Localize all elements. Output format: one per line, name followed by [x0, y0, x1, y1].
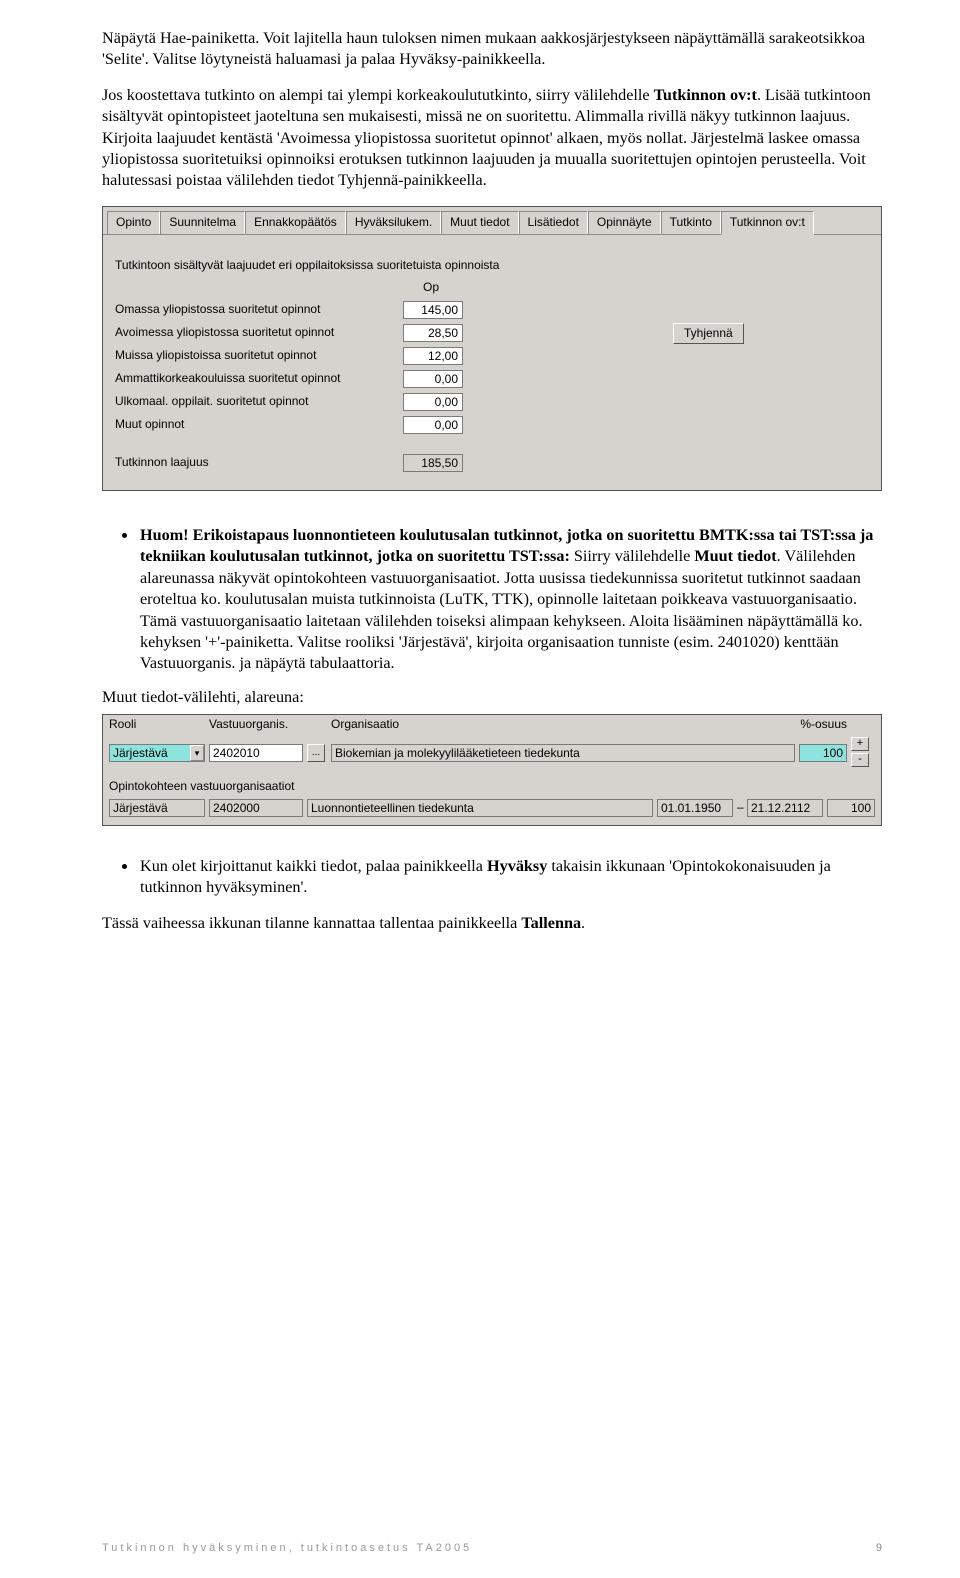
last-a: Tässä vaiheessa ikkunan tilanne kannatta… — [102, 914, 521, 932]
subhead-muut-tiedot: Muut tiedot-välilehti, alareuna: — [102, 687, 882, 708]
paragraph-ovt: Jos koostettava tutkinto on alempi tai y… — [102, 85, 882, 192]
total-label: Tutkinnon laajuus — [113, 455, 403, 471]
total-value — [403, 454, 463, 472]
row-label: Ulkomaal. oppilait. suoritetut opinnot — [113, 394, 403, 410]
huom-muut-tiedot: Muut tiedot — [694, 547, 776, 565]
section-title-vastuuorg: Opintokohteen vastuuorganisaatiot — [109, 779, 881, 795]
row-label: Muut opinnot — [113, 417, 403, 433]
huom-lead: Huom! — [140, 526, 189, 544]
tab-lisatiedot[interactable]: Lisätiedot — [519, 211, 588, 235]
minus-button[interactable]: - — [851, 753, 869, 767]
vastuu-input[interactable] — [209, 744, 303, 762]
plus-button[interactable]: + — [851, 737, 869, 751]
tab-hyvaksilukem[interactable]: Hyväksilukem. — [346, 211, 441, 235]
tab-opinnayte[interactable]: Opinnäyte — [588, 211, 661, 235]
org-display — [331, 744, 795, 762]
footer-left: Tutkinnon hyväksyminen, tutkintoasetus T… — [102, 1541, 472, 1556]
op-input-avoimessa[interactable] — [403, 324, 463, 342]
p2a: Jos koostettava tutkinto on alempi tai y… — [102, 86, 654, 104]
tab-suunnitelma[interactable]: Suunnitelma — [160, 211, 245, 235]
paragraph-tallenna: Tässä vaiheessa ikkunan tilanne kannatta… — [102, 913, 882, 934]
col-vastuu: Vastuuorganis. — [209, 717, 303, 733]
date-to — [747, 799, 823, 817]
tab-bar: Opinto Suunnitelma Ennakkopäätös Hyväksi… — [103, 207, 881, 235]
n2b: Hyväksy — [487, 857, 547, 875]
note-hyvaksy: Kun olet kirjoittanut kaikki tiedot, pal… — [138, 856, 882, 899]
tab-opinto[interactable]: Opinto — [107, 211, 160, 235]
page-number: 9 — [876, 1541, 882, 1556]
tab-muut-tiedot[interactable]: Muut tiedot — [441, 211, 518, 235]
row-label: Avoimessa yliopistossa suoritetut opinno… — [113, 325, 403, 341]
rooli-display — [109, 799, 205, 817]
last-b: Tallenna — [521, 914, 581, 932]
col-rooli: Rooli — [109, 717, 205, 733]
row-label: Ammattikorkeakouluissa suoritetut opinno… — [113, 371, 403, 387]
vastuu-display — [209, 799, 303, 817]
section-title: Tutkintoon sisältyvät laajuudet eri oppi… — [115, 258, 871, 274]
screenshot-muut-tiedot-bottom: Rooli Vastuuorganis. Organisaatio %-osuu… — [102, 714, 882, 826]
op-input-muissa[interactable] — [403, 347, 463, 365]
huom-tail: . Välilehden alareunassa näkyvät opintok… — [140, 547, 863, 672]
date-from — [657, 799, 733, 817]
op-column-header: Op — [423, 280, 871, 296]
tab-ennakkopaatos[interactable]: Ennakkopäätös — [245, 211, 346, 235]
op-input-ulkomaal[interactable] — [403, 393, 463, 411]
huom-plain1: Siirry välilehdelle — [570, 547, 695, 565]
lookup-button[interactable]: ... — [307, 744, 325, 762]
org-display-2 — [307, 799, 653, 817]
tab-tutkinnon-ovt[interactable]: Tutkinnon ov:t — [721, 211, 814, 236]
op-input-omassa[interactable] — [403, 301, 463, 319]
note-huom: Huom! Erikoistapaus luonnontieteen koulu… — [138, 525, 882, 675]
op-input-muut[interactable] — [403, 416, 463, 434]
n2a: Kun olet kirjoittanut kaikki tiedot, pal… — [140, 857, 487, 875]
col-org: Organisaatio — [331, 717, 795, 733]
dash-icon: – — [737, 800, 743, 816]
percent-input[interactable] — [799, 744, 847, 762]
row-label: Muissa yliopistoissa suoritetut opinnot — [113, 348, 403, 364]
p2b: Tutkinnon ov:t — [654, 86, 757, 104]
last-c: . — [581, 914, 585, 932]
screenshot-ovt-window: Opinto Suunnitelma Ennakkopäätös Hyväksi… — [102, 206, 882, 491]
paragraph-intro: Näpäytä Hae-painiketta. Voit lajitella h… — [102, 28, 882, 71]
col-pc: %-osuus — [799, 717, 847, 733]
tab-tutkinto[interactable]: Tutkinto — [661, 211, 721, 235]
tyhjenna-button[interactable]: Tyhjennä — [673, 323, 744, 345]
chevron-down-icon[interactable]: ▾ — [190, 745, 204, 761]
percent-display — [827, 799, 875, 817]
row-label: Omassa yliopistossa suoritetut opinnot — [113, 302, 403, 318]
op-input-amk[interactable] — [403, 370, 463, 388]
